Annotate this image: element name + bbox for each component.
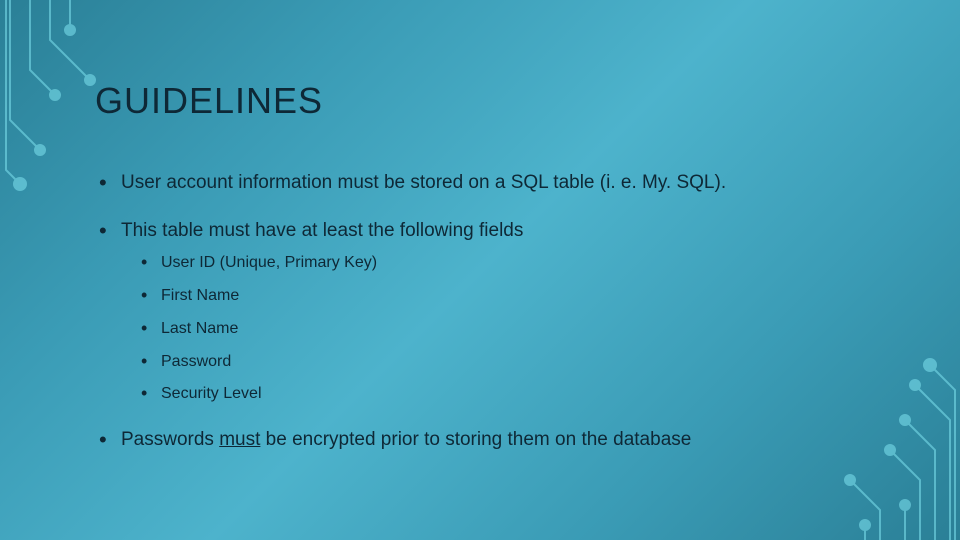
sub-bullet-1: User ID (Unique, Primary Key) [121,253,900,274]
bullet-item-3: Passwords must be encrypted prior to sto… [95,427,900,453]
bullet-list: User account information must be stored … [95,170,900,453]
bullet-item-2-text: This table must have at least the follow… [121,220,523,241]
sub-bullet-3: Last Name [121,319,900,340]
slide-title: GUIDELINES [95,80,900,122]
bullet-item-3-pre: Passwords [121,429,219,450]
bullet-item-3-underline: must [219,429,260,450]
sub-bullet-list: User ID (Unique, Primary Key) First Name… [121,253,900,405]
bullet-item-1: User account information must be stored … [95,170,900,196]
slide-content: GUIDELINES User account information must… [95,80,900,475]
sub-bullet-2: First Name [121,286,900,307]
bullet-item-3-post: be encrypted prior to storing them on th… [260,429,691,450]
sub-bullet-4: Password [121,352,900,373]
slide: GUIDELINES User account information must… [0,0,960,540]
sub-bullet-5: Security Level [121,384,900,405]
bullet-item-2: This table must have at least the follow… [95,218,900,406]
